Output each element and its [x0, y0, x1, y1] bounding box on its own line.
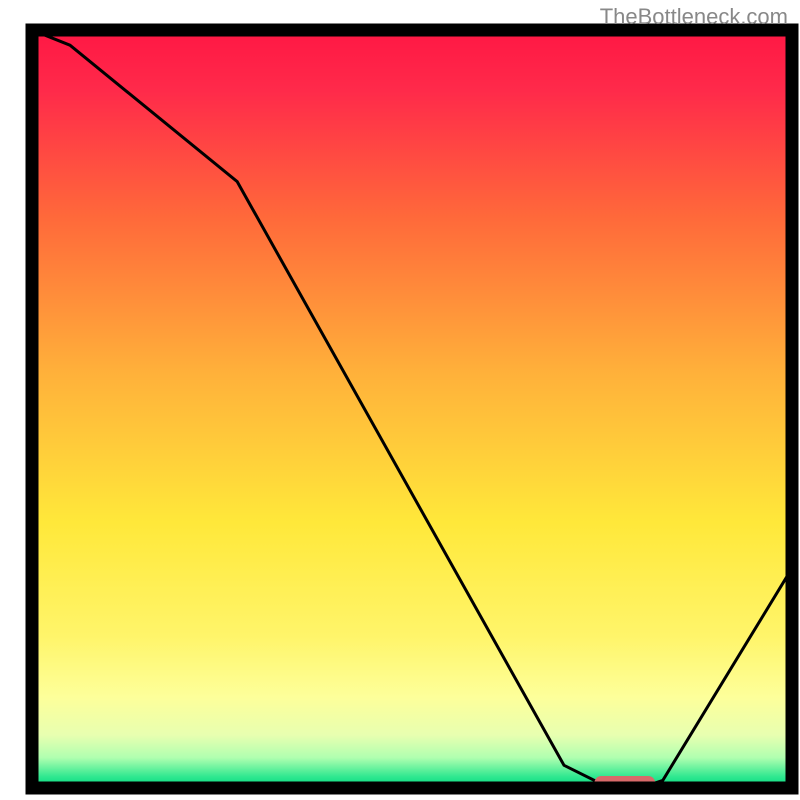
watermark-text: TheBottleneck.com: [600, 4, 788, 30]
gradient-background: [32, 30, 792, 788]
chart-container: TheBottleneck.com: [0, 0, 800, 800]
bottleneck-chart: [0, 0, 800, 800]
